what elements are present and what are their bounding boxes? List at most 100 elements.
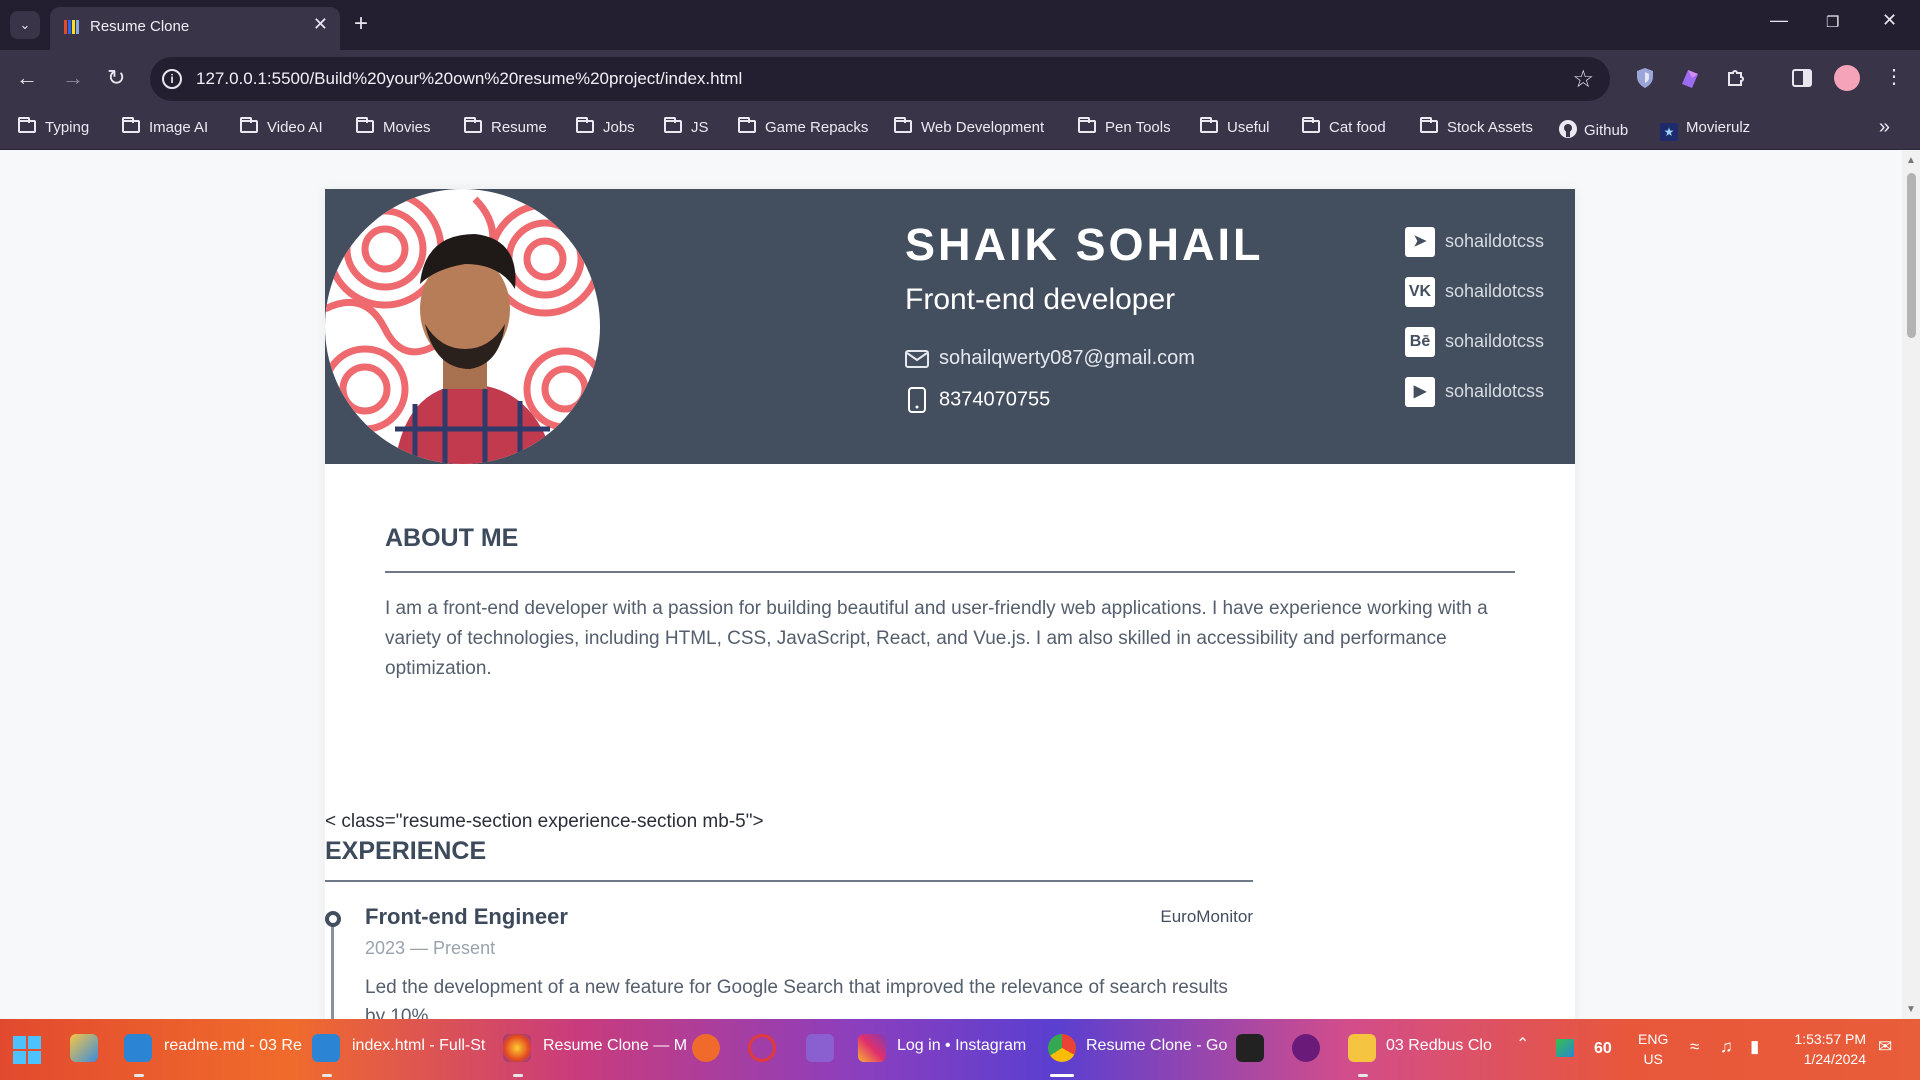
phone-text[interactable]: 8374070755 [939,388,1050,410]
social-handle: sohaildotcss [1445,380,1545,401]
bookmark-image-ai[interactable]: Image AI [122,117,208,136]
battery-icon[interactable]: ▮ [1750,1037,1759,1057]
bookmark-typing[interactable]: Typing [18,117,89,136]
more-bookmarks-icon[interactable]: » [1879,116,1890,139]
forward-arrow-icon[interactable]: → [62,65,84,91]
chevron-up-icon[interactable]: ⌃ [1516,1035,1529,1055]
bookmark-pen-tools[interactable]: Pen Tools [1078,117,1171,136]
folder-icon [240,117,258,133]
scrollbar-thumb[interactable] [1907,173,1916,338]
bookmark-js[interactable]: JS [664,117,709,136]
address-bar[interactable]: i 127.0.0.1:5500/Build%20your%20own%20re… [150,57,1610,101]
scroll-down-icon[interactable]: ▼ [1906,1004,1916,1015]
language-indicator[interactable]: ENG US [1638,1029,1668,1069]
pen-app-icon[interactable] [692,1034,720,1062]
url-text[interactable]: 127.0.0.1:5500/Build%20your%20own%20resu… [196,69,742,89]
new-tab-button[interactable]: + [354,10,368,38]
job-company: EuroMonitor [1160,907,1253,926]
bookmark-label: Jobs [603,119,635,136]
vk-icon: VK [1405,277,1435,307]
tab-search-button[interactable]: ⌄ [10,11,40,39]
reload-icon[interactable]: ↻ [107,65,125,91]
bookmark-label: Github [1584,122,1629,139]
bookmark-video-ai[interactable]: Video AI [240,117,323,136]
folder-icon [1302,117,1320,133]
timeline-line [331,919,334,1019]
ai-extension-icon[interactable] [1678,66,1702,90]
clock-date: 1/24/2024 [1803,1051,1866,1067]
folder-icon [356,117,374,133]
social-link-telegram[interactable]: ➤ sohaildotcss [1405,227,1544,257]
scroll-up-icon[interactable]: ▲ [1906,155,1916,166]
bookmark-web-development[interactable]: Web Development [894,117,1045,136]
bookmark-cat-food[interactable]: Cat food [1302,117,1386,136]
back-arrow-icon[interactable]: ← [16,65,38,91]
bookmark-useful[interactable]: Useful [1200,117,1270,136]
section-divider [325,880,1253,882]
bookmark-star-icon[interactable]: ☆ [1572,65,1594,94]
profile-photo-image [325,189,600,464]
volume-icon[interactable]: ♫ [1720,1037,1733,1057]
timeline-dot-icon [325,911,341,927]
side-panel-icon[interactable] [1790,66,1814,90]
vscode-icon[interactable] [124,1034,152,1062]
social-link-playstation[interactable]: ▶ sohaildotcss [1405,377,1544,407]
tray-app-icon[interactable] [1556,1039,1574,1057]
extensions-puzzle-icon[interactable] [1724,66,1748,90]
region-code: US [1643,1051,1663,1067]
taskbar-item-readme[interactable]: readme.md - 03 Re [164,1037,302,1055]
folder-icon [122,117,140,133]
davinci-icon[interactable] [1236,1034,1264,1062]
bookmark-label: Web Development [921,119,1045,136]
email-text[interactable]: sohailqwerty087@gmail.com [939,347,1195,369]
window-close-icon[interactable]: ✕ [1882,10,1897,31]
taskbar-item-resume-chrome[interactable]: Resume Clone - Go [1086,1037,1227,1055]
taskbar-item-redbus-folder[interactable]: 03 Redbus Clo [1386,1037,1492,1055]
firefox-icon[interactable] [503,1034,531,1062]
page-viewport: SHAIK SOHAIL Front-end developer sohailq… [0,151,1902,1019]
windows-start-icon[interactable] [13,1036,41,1064]
profile-avatar[interactable] [1834,65,1860,91]
opera-icon[interactable] [748,1034,776,1062]
taskbar-item-instagram[interactable]: Log in • Instagram [897,1037,1026,1055]
clock[interactable]: 1:53:57 PM 1/24/2024 [1790,1029,1866,1069]
instagram-icon[interactable] [858,1034,886,1062]
eye-app-icon[interactable] [1292,1034,1320,1062]
pre-release-app-icon[interactable] [806,1034,834,1062]
vscode-icon[interactable] [312,1034,340,1062]
bookmark-jobs[interactable]: Jobs [576,117,635,136]
wifi-icon[interactable]: ≈ [1690,1037,1699,1057]
bookmark-game-repacks[interactable]: Game Repacks [738,117,868,136]
bookmark-stock-assets[interactable]: Stock Assets [1420,117,1533,136]
bookmark-movies[interactable]: Movies [356,117,431,136]
tab-close-icon[interactable]: ✕ [313,14,328,35]
dev-app-icon[interactable] [70,1034,98,1062]
bookmarks-bar: Typing Image AI Video AI Movies Resume J… [0,110,1920,150]
site-info-icon[interactable]: i [162,69,182,89]
bookmark-resume[interactable]: Resume [464,117,547,136]
page-scrollbar[interactable]: ▲ ▼ [1902,151,1920,1019]
bookmark-label: Stock Assets [1447,119,1533,136]
taskbar-item-resume-firefox[interactable]: Resume Clone — M [543,1037,687,1055]
shield-extension-icon[interactable] [1633,66,1657,90]
bookmark-movierulz[interactable]: ★ Movierulz [1660,119,1750,141]
restore-icon[interactable]: ❐ [1826,13,1839,31]
github-icon [1559,120,1577,138]
menu-dots-icon[interactable]: ⋮ [1884,64,1904,89]
tab-resume-clone[interactable]: Resume Clone ✕ [50,7,340,50]
folder-icon [1078,117,1096,133]
file-explorer-icon[interactable] [1348,1034,1376,1062]
folder-icon [464,117,482,133]
contact-email[interactable]: sohailqwerty087@gmail.com [905,347,1195,370]
social-link-vk[interactable]: VK sohaildotcss [1405,277,1544,307]
minimize-icon[interactable]: — [1770,10,1788,31]
notification-bell-icon[interactable]: ✉ [1878,1037,1892,1057]
social-link-behance[interactable]: Bē sohaildotcss [1405,327,1544,357]
running-indicator [513,1074,523,1077]
bookmark-github[interactable]: Github [1558,119,1628,139]
taskbar-item-index-html[interactable]: index.html - Full-St [352,1037,485,1055]
folder-icon [1420,117,1438,133]
contact-phone[interactable]: 8374070755 [905,387,1050,413]
social-handle: sohaildotcss [1445,330,1545,351]
chrome-icon[interactable] [1048,1034,1076,1062]
